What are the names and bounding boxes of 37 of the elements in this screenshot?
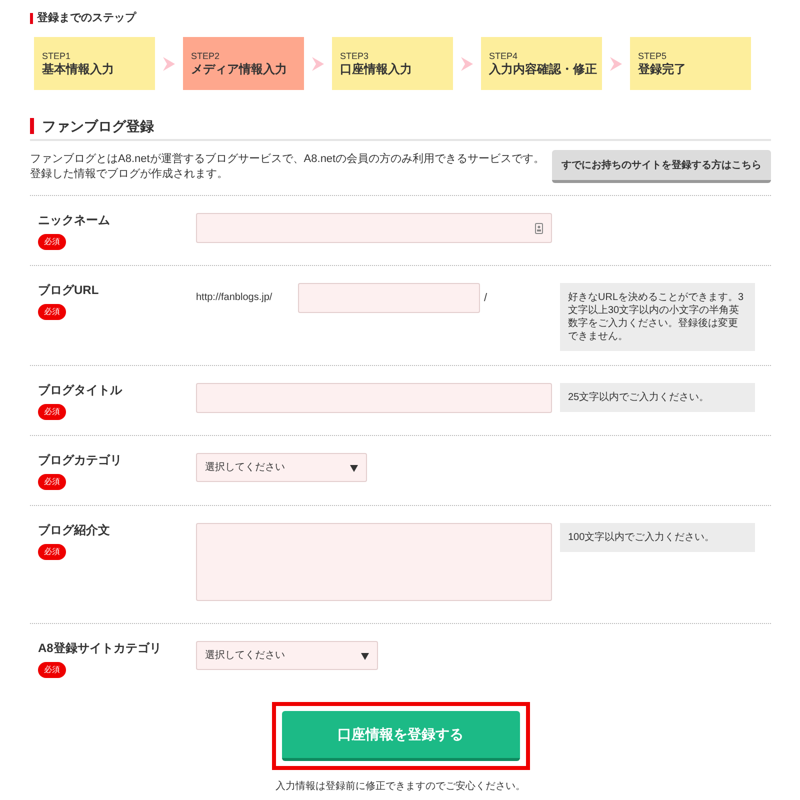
text-input[interactable]	[196, 383, 552, 413]
required-badge: 必須	[38, 234, 66, 250]
select-dropdown[interactable]: 選択してください	[196, 453, 367, 482]
heading-marker	[30, 12, 33, 24]
chevron-icon	[609, 56, 623, 72]
required-badge: 必須	[38, 544, 66, 560]
url-prefix: http://fanblogs.jp/	[196, 291, 274, 305]
field-label: ブログURL	[38, 282, 99, 298]
steps-heading: 登録までのステップ	[37, 10, 136, 26]
required-badge: 必須	[38, 662, 66, 678]
url-suffix: /	[484, 291, 488, 306]
dropdown-arrow-icon	[361, 652, 369, 660]
field-label: ブログタイトル	[38, 382, 122, 398]
existing-site-button[interactable]: すでにお持ちのサイトを登録する方はこちら	[552, 150, 771, 183]
note-text: 入力情報は登録前に修正できますのでご安心ください。	[276, 780, 526, 794]
contact-card-icon[interactable]	[535, 223, 543, 234]
hint-text: 25文字以内でご入力ください。	[560, 383, 755, 412]
text-input[interactable]	[196, 213, 552, 243]
required-badge: 必須	[38, 404, 66, 420]
textarea-field[interactable]	[196, 523, 552, 601]
section-title: ファンブログ登録	[42, 117, 154, 135]
dropdown-arrow-icon	[350, 464, 358, 472]
field-label: ブログ紹介文	[38, 522, 110, 538]
heading-marker	[30, 118, 34, 134]
hint-text: 好きなURLを決めることができます。3文字以上30文字以内の小文字の半角英数字をご入力ください。登録後は変更できません。	[560, 283, 755, 351]
text-input[interactable]	[298, 283, 480, 313]
description-text: ファンブログとはA8.netが運営するブログサービスで、A8.netの会員の方のみ利用できるサービスです。登録した情報でブログが作成されます。	[30, 152, 546, 182]
chevron-icon	[311, 56, 325, 72]
chevron-icon	[460, 56, 474, 72]
hint-text: 100文字以内でご入力ください。	[560, 523, 755, 552]
field-label: ニックネーム	[38, 212, 110, 228]
required-badge: 必須	[38, 304, 66, 320]
required-badge: 必須	[38, 474, 66, 490]
field-label: A8登録サイトカテゴリ	[38, 640, 162, 656]
select-dropdown[interactable]: 選択してください	[196, 641, 378, 670]
field-label: ブログカテゴリ	[38, 452, 122, 468]
chevron-icon	[162, 56, 176, 72]
